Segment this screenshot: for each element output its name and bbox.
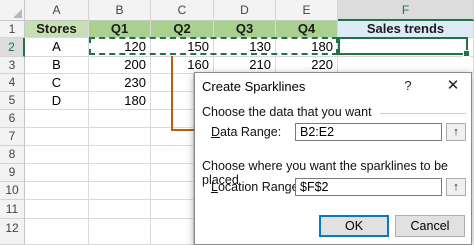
header-cell-q3[interactable]: Q3: [214, 21, 276, 38]
table-cell[interactable]: [151, 74, 194, 92]
header-cell-q2[interactable]: Q2: [151, 21, 214, 38]
row-header-4[interactable]: 4: [0, 74, 25, 92]
column-header-d[interactable]: D: [214, 0, 276, 21]
header-cell-q1[interactable]: Q1: [89, 21, 151, 38]
row-header-12[interactable]: 12: [0, 219, 25, 245]
row-header-3[interactable]: 3: [0, 57, 25, 74]
table-cell[interactable]: [151, 219, 194, 245]
table-cell[interactable]: [25, 219, 89, 245]
table-cell[interactable]: [25, 164, 89, 182]
table-cell[interactable]: 200: [89, 57, 151, 74]
close-icon[interactable]: ✕: [443, 76, 463, 96]
row-header-7[interactable]: 7: [0, 128, 25, 146]
header-cell-stores[interactable]: Stores: [25, 21, 89, 38]
table-cell[interactable]: 180: [89, 92, 151, 110]
header-cell-sales-trends[interactable]: Sales trends: [338, 21, 474, 38]
row-header-5[interactable]: 5: [0, 92, 25, 110]
table-cell[interactable]: [89, 110, 151, 128]
row-header-2[interactable]: 2: [0, 38, 25, 57]
data-range-input[interactable]: B2:E2: [295, 123, 442, 141]
ok-button[interactable]: OK: [319, 215, 389, 237]
select-all-triangle-icon: [13, 9, 22, 18]
column-header-a[interactable]: A: [25, 0, 89, 21]
table-cell[interactable]: [89, 182, 151, 200]
table-cell[interactable]: A: [25, 38, 89, 57]
header-cell-q4[interactable]: Q4: [276, 21, 338, 38]
table-cell[interactable]: [89, 219, 151, 245]
collapse-dialog-icon: ↑: [453, 181, 459, 193]
cancel-button[interactable]: Cancel: [395, 215, 465, 237]
row-header-6[interactable]: 6: [0, 110, 25, 128]
table-cell[interactable]: [25, 200, 89, 219]
column-header-e[interactable]: E: [276, 0, 338, 21]
help-icon[interactable]: ?: [399, 77, 417, 95]
column-header-b[interactable]: B: [89, 0, 151, 21]
row-header-9[interactable]: 9: [0, 164, 25, 182]
table-cell[interactable]: [25, 146, 89, 164]
location-range-label: Location Range:: [211, 180, 303, 194]
table-cell[interactable]: D: [25, 92, 89, 110]
data-section-label: Choose the data that you want: [202, 105, 372, 119]
table-cell[interactable]: [151, 200, 194, 219]
table-cell[interactable]: 130: [214, 38, 276, 57]
table-cell[interactable]: [151, 110, 194, 128]
location-range-input[interactable]: $F$2: [295, 178, 442, 196]
column-header-c[interactable]: C: [151, 0, 214, 21]
table-cell[interactable]: 150: [151, 38, 214, 57]
table-cell[interactable]: 120: [89, 38, 151, 57]
table-cell[interactable]: 180: [276, 38, 338, 57]
table-cell[interactable]: [89, 128, 151, 146]
table-cell[interactable]: 230: [89, 74, 151, 92]
row-header-1[interactable]: 1: [0, 21, 25, 38]
dialog-title: Create Sparklines: [202, 79, 306, 94]
table-cell[interactable]: [89, 200, 151, 219]
table-cell[interactable]: [151, 164, 194, 182]
table-cell[interactable]: [89, 164, 151, 182]
location-range-collapse-button[interactable]: ↑: [446, 178, 466, 196]
table-cell[interactable]: [25, 128, 89, 146]
collapse-dialog-icon: ↑: [453, 126, 459, 138]
column-header-f[interactable]: F: [338, 0, 474, 21]
table-cell[interactable]: [151, 128, 194, 146]
table-cell[interactable]: [151, 182, 194, 200]
table-cell[interactable]: B: [25, 57, 89, 74]
select-all-corner[interactable]: [0, 0, 25, 21]
table-cell[interactable]: [151, 146, 194, 164]
table-cell[interactable]: [151, 92, 194, 110]
data-range-collapse-button[interactable]: ↑: [446, 123, 466, 141]
row-header-11[interactable]: 11: [0, 200, 25, 219]
data-range-label: Data Range:: [211, 125, 282, 139]
sparkline-target-cell[interactable]: [338, 38, 474, 57]
table-cell[interactable]: C: [25, 74, 89, 92]
row-header-10[interactable]: 10: [0, 182, 25, 200]
section-divider: [380, 113, 466, 114]
create-sparklines-dialog: Create Sparklines ? ✕ Choose the data th…: [194, 72, 472, 245]
table-cell[interactable]: [25, 182, 89, 200]
row-header-8[interactable]: 8: [0, 146, 25, 164]
table-cell[interactable]: [89, 146, 151, 164]
table-cell[interactable]: [25, 110, 89, 128]
